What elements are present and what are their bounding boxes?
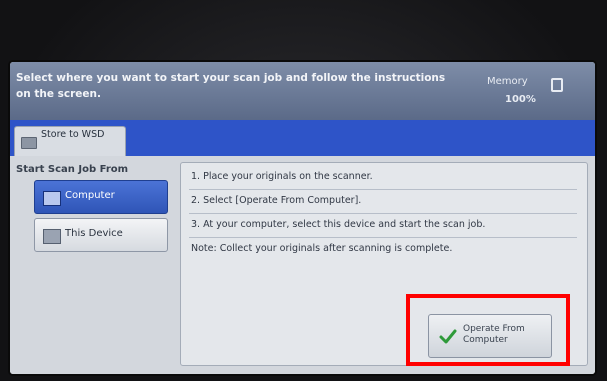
tab-label: Store to WSD bbox=[41, 129, 105, 140]
instruction-note: Note: Collect your originals after scann… bbox=[191, 243, 453, 254]
divider bbox=[189, 213, 577, 214]
memory-icon bbox=[551, 78, 563, 92]
header-instruction: Select where you want to start your scan… bbox=[16, 72, 446, 100]
computer-button-label: Computer bbox=[65, 190, 115, 201]
scanner-icon bbox=[21, 137, 37, 149]
memory-label: Memory bbox=[487, 76, 528, 87]
header-bar: Select where you want to start your scan… bbox=[10, 62, 595, 120]
memory-indicator: Memory 100% bbox=[477, 72, 587, 108]
divider bbox=[189, 237, 577, 238]
side-title: Start Scan Job From bbox=[16, 164, 129, 175]
computer-icon bbox=[43, 191, 61, 206]
computer-button[interactable]: Computer bbox=[34, 180, 168, 214]
divider bbox=[189, 189, 577, 190]
highlight-box bbox=[406, 294, 570, 366]
instruction-step-2: 2. Select [Operate From Computer]. bbox=[191, 195, 362, 206]
instruction-step-1: 1. Place your originals on the scanner. bbox=[191, 171, 373, 182]
tab-store-to-wsd[interactable]: Store to WSD bbox=[14, 126, 126, 156]
this-device-button[interactable]: This Device bbox=[34, 218, 168, 252]
device-icon bbox=[43, 229, 61, 244]
instruction-step-3: 3. At your computer, select this device … bbox=[191, 219, 486, 230]
this-device-button-label: This Device bbox=[65, 228, 123, 239]
tab-bar: Store to WSD bbox=[10, 120, 595, 156]
memory-value: 100% bbox=[505, 94, 536, 105]
